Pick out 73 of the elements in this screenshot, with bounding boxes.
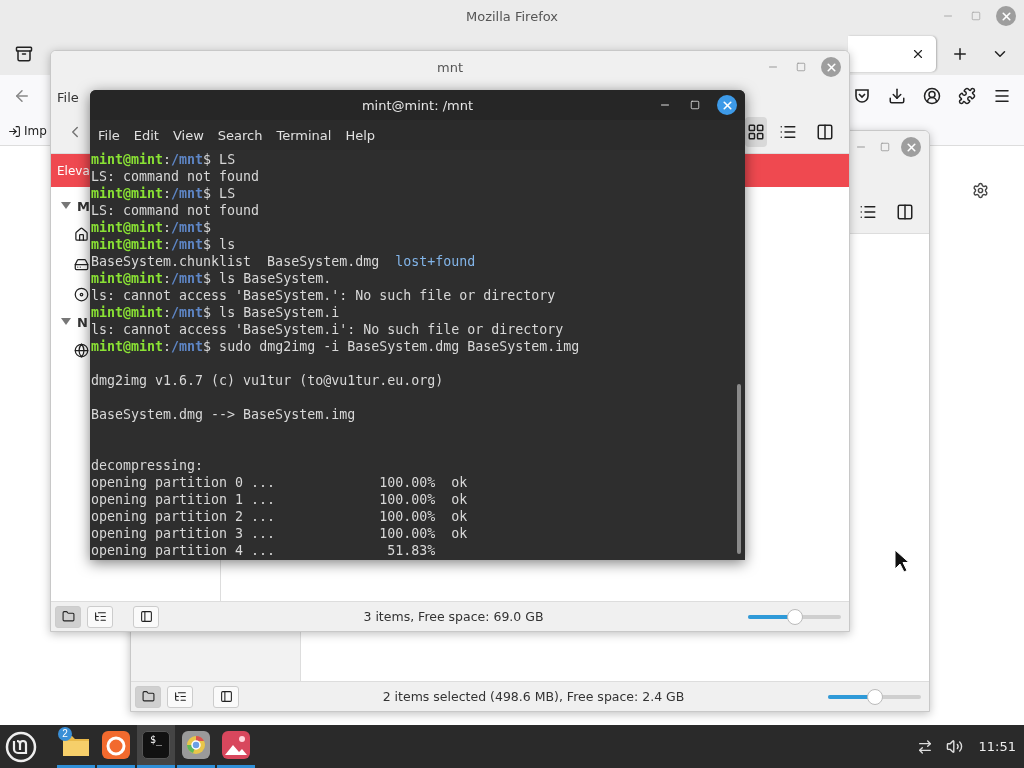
places-button[interactable] (135, 685, 161, 708)
tree-icon (173, 690, 187, 703)
start-menu-icon[interactable] (5, 730, 37, 763)
terminal-line: opening partition 4 ... 51.83% (90, 542, 437, 559)
sidebar-toggle-button[interactable] (213, 685, 239, 708)
status-text: 2 items selected (498.6 MB), Free space: 2.4 GB (381, 689, 686, 704)
grid-icon (747, 123, 765, 141)
menu-item[interactable]: Edit (133, 127, 159, 143)
zoom-slider[interactable] (748, 608, 841, 625)
terminal-line: mint@mint:/mnt$ (90, 219, 213, 236)
terminal-line: ls: cannot access 'BaseSystem.': No such file or directory (90, 287, 557, 304)
network-icon[interactable] (73, 342, 89, 358)
sidebar-toggle-button[interactable] (133, 605, 159, 628)
menu-item[interactable]: Search (217, 127, 263, 143)
menu-item[interactable]: File (57, 89, 79, 105)
terminal-line: mint@mint:/mnt$ ls (90, 236, 237, 253)
section-heading: M (77, 198, 90, 214)
terminal-line: mint@mint:/mnt$ LS (90, 151, 237, 168)
panel-icon (139, 610, 153, 623)
login-icon (8, 124, 21, 138)
browser-app-icon (182, 731, 210, 759)
terminal-line: decompressing: (90, 457, 205, 474)
terminal-line: mint@mint:/mnt$ sudo dmg2img -i BaseSystem.dmg BaseSystem.img (90, 338, 581, 355)
terminal-line: BaseSystem.chunklist BaseSystem.dmg lost+found (90, 253, 477, 270)
folder-icon (61, 610, 75, 623)
folder-icon (141, 690, 155, 703)
terminal-line: mint@mint:/mnt$ ls BaseSystem.i (90, 304, 341, 321)
scrollbar-thumb[interactable] (737, 384, 741, 554)
places-button[interactable] (55, 605, 81, 628)
panel-icon (219, 690, 233, 703)
window-title: mnt (437, 59, 463, 75)
menu-item[interactable]: Terminal (276, 127, 332, 143)
banner-text: Eleva (57, 163, 90, 178)
terminal-line: opening partition 2 ... 100.00% ok (90, 508, 469, 525)
taskbar-app[interactable]: $_ (137, 725, 175, 768)
menu-item[interactable]: View (172, 127, 204, 143)
terminal-line: mint@mint:/mnt$ ls BaseSystem. (90, 270, 333, 287)
menu-item[interactable]: File (98, 127, 120, 143)
expander-icon[interactable] (61, 202, 71, 210)
expander-icon[interactable] (61, 318, 71, 326)
terminal-line: opening partition 3 ... 100.00% ok (90, 525, 469, 542)
tree-icon (93, 610, 107, 623)
close-icon[interactable] (717, 95, 737, 115)
window-title: mint@mint: /mnt (361, 97, 474, 113)
terminal-line: opening partition 1 ... 100.00% ok (90, 491, 469, 508)
count-badge: 2 (58, 727, 72, 741)
bookmark-link[interactable]: Imp (8, 124, 47, 138)
zoom-slider[interactable] (828, 688, 921, 705)
terminal-app-icon: $_ (142, 731, 170, 759)
terminal-line: opening partition 0 ... 100.00% ok (90, 474, 469, 491)
section-heading: N (77, 314, 88, 330)
terminal-line: ls: cannot access 'BaseSystem.i': No such file or directory (90, 321, 565, 338)
tree-view-button[interactable] (167, 685, 193, 708)
terminal-line: LS: command not found (90, 168, 261, 185)
tree-view-button[interactable] (87, 605, 113, 628)
list-icon (859, 203, 877, 221)
window-title: Mozilla Firefox (466, 8, 558, 24)
image-viewer-icon (222, 731, 250, 759)
status-text: 3 items, Free space: 69.0 GB (362, 609, 545, 624)
icon-view-button[interactable] (745, 117, 767, 147)
clock: 11:51 (978, 739, 1016, 754)
drive-icon[interactable] (73, 256, 89, 272)
list-icon (779, 123, 797, 141)
columns-icon (816, 123, 834, 141)
disc-icon[interactable] (73, 286, 89, 302)
terminal-line: mint@mint:/mnt$ LS (90, 185, 237, 202)
terminal-line: BaseSystem.dmg --> BaseSystem.img (90, 406, 357, 423)
columns-icon (896, 203, 914, 221)
terminal-line: dmg2img v1.6.7 (c) vu1tur (to@vu1tur.eu.org) (90, 372, 445, 389)
home-icon[interactable] (73, 226, 89, 242)
terminal-line: LS: command not found (90, 202, 261, 219)
menu-item[interactable]: Help (345, 127, 376, 143)
mouse-pointer-icon (894, 549, 910, 573)
